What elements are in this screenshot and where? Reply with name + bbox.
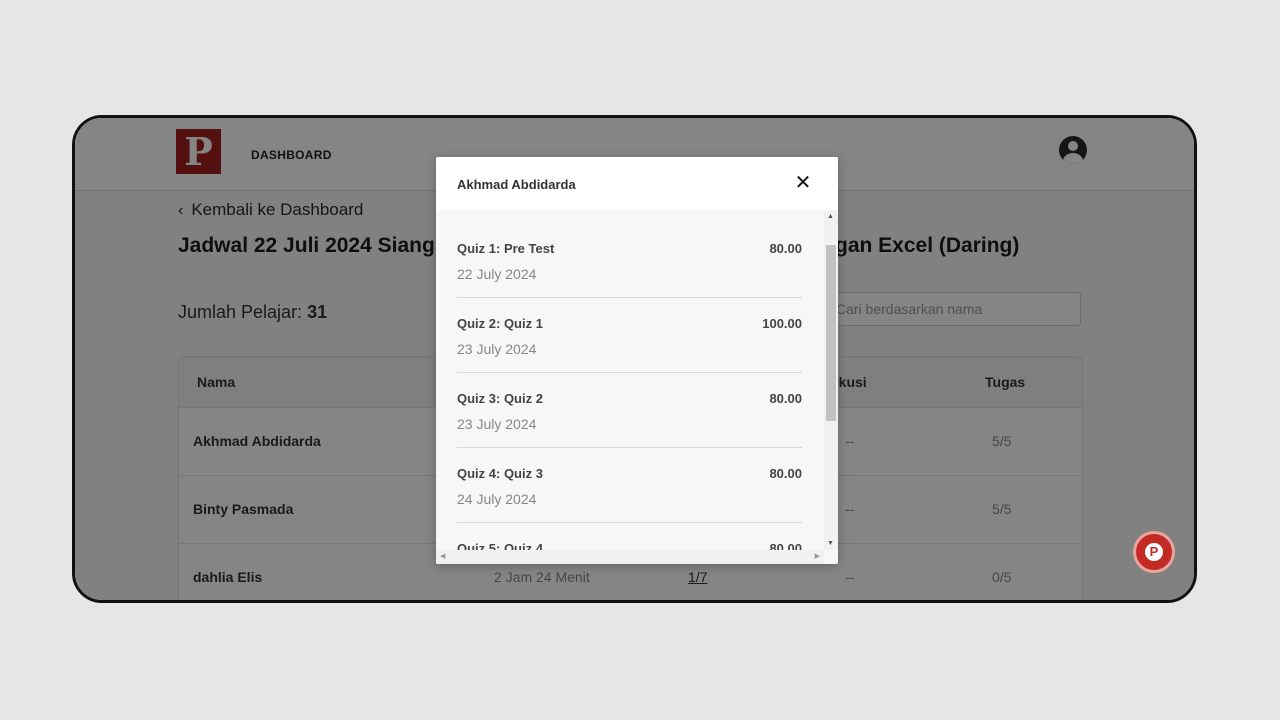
- scrollbar-thumb[interactable]: [826, 245, 836, 421]
- quiz-score: 80.00: [769, 391, 802, 406]
- quiz-name: Quiz 4: Quiz 3: [457, 466, 543, 481]
- close-icon[interactable]: ✕: [794, 173, 812, 193]
- quiz-date: 24 July 2024: [457, 491, 537, 507]
- quiz-date: 22 July 2024: [457, 266, 537, 282]
- quiz-name: Quiz 1: Pre Test: [457, 241, 555, 256]
- list-item: Quiz 5: Quiz 4 80.00: [457, 523, 802, 550]
- modal-header: Akhmad Abdidarda ✕: [436, 157, 838, 210]
- quiz-name: Quiz 2: Quiz 1: [457, 316, 543, 331]
- scroll-up-arrow-icon[interactable]: ▲: [827, 213, 834, 220]
- quiz-date: 23 July 2024: [457, 341, 537, 357]
- quiz-name: Quiz 3: Quiz 2: [457, 391, 543, 406]
- chat-fab-button[interactable]: P: [1133, 531, 1175, 573]
- scroll-right-arrow-icon[interactable]: ▶: [815, 552, 820, 560]
- chat-logo-icon: P: [1145, 543, 1163, 561]
- quiz-scores-modal: Akhmad Abdidarda ✕ Quiz 1: Pre Test 80.0…: [436, 157, 838, 564]
- list-item: Quiz 4: Quiz 3 80.00 24 July 2024: [457, 448, 802, 523]
- list-item: Quiz 2: Quiz 1 100.00 23 July 2024: [457, 298, 802, 373]
- quiz-name: Quiz 5: Quiz 4: [457, 541, 543, 550]
- vertical-scrollbar[interactable]: ▲ ▼: [824, 210, 838, 550]
- scroll-left-arrow-icon[interactable]: ◀: [440, 552, 445, 560]
- list-item: Quiz 3: Quiz 2 80.00 23 July 2024: [457, 373, 802, 448]
- quiz-score: 80.00: [769, 541, 802, 550]
- list-item: Quiz 1: Pre Test 80.00 22 July 2024: [457, 223, 802, 298]
- horizontal-scrollbar[interactable]: ◀ ▶: [436, 550, 824, 564]
- quiz-score: 80.00: [769, 466, 802, 481]
- modal-title: Akhmad Abdidarda: [457, 177, 576, 192]
- quiz-date: 23 July 2024: [457, 416, 537, 432]
- quiz-score: 80.00: [769, 241, 802, 256]
- modal-body: Quiz 1: Pre Test 80.00 22 July 2024 Quiz…: [436, 210, 824, 550]
- quiz-score: 100.00: [762, 316, 802, 331]
- scroll-down-arrow-icon[interactable]: ▼: [827, 540, 834, 547]
